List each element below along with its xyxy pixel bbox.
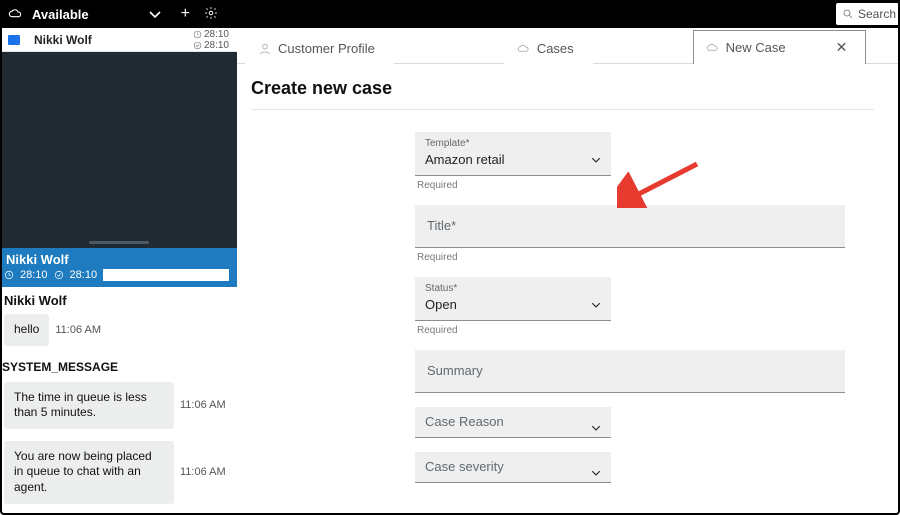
left-panel: Nikki Wolf 28:10 28:10 Nikki Wolf 28:10 … — [0, 28, 237, 515]
chevron-down-icon — [591, 463, 601, 481]
active-contact-name: Nikki Wolf — [4, 252, 229, 267]
clock-icon — [4, 270, 14, 280]
global-search[interactable]: Search W — [836, 3, 900, 25]
chevron-down-icon — [591, 418, 601, 436]
case-severity-select[interactable]: Case severity — [415, 452, 611, 483]
contact-panel-dark — [0, 52, 237, 248]
chat-message: hello 11:06 AM — [0, 312, 237, 356]
clock-icon — [193, 30, 202, 39]
contact-card[interactable]: Nikki Wolf 28:10 28:10 — [0, 28, 237, 52]
case-reason-select[interactable]: Case Reason — [415, 407, 611, 438]
tab-cases[interactable]: Cases — [504, 32, 593, 64]
add-icon[interactable]: + — [181, 5, 190, 23]
topbar: Available + Search W — [0, 0, 900, 28]
chat-icon — [8, 35, 20, 45]
system-label: SYSTEM_MESSAGE — [0, 356, 237, 380]
required-hint: Required — [417, 325, 864, 336]
chevron-down-icon — [591, 150, 601, 168]
status-text: Available — [32, 7, 89, 22]
status-select[interactable]: Status* Open — [415, 277, 611, 321]
required-hint: Required — [417, 180, 864, 191]
profile-icon — [258, 42, 272, 56]
system-message: The time in queue is less than 5 minutes… — [0, 380, 237, 439]
required-hint: Required — [417, 252, 864, 263]
contact-timers: 28:10 28:10 — [193, 29, 229, 51]
tab-customer-profile[interactable]: Customer Profile — [245, 32, 394, 64]
chat-sender: Nikki Wolf — [0, 287, 237, 312]
template-label: Template* — [425, 138, 601, 149]
title-input[interactable]: Title* — [415, 205, 845, 248]
status-value: Open — [425, 297, 457, 312]
contact-name: Nikki Wolf — [34, 33, 193, 47]
search-icon — [842, 8, 854, 20]
close-icon[interactable]: ✕ — [836, 39, 848, 56]
tab-bar: Customer Profile Cases New Case ✕ — [237, 28, 900, 64]
system-message: You are now being placed in queue to cha… — [0, 439, 237, 514]
search-placeholder: Search W — [858, 7, 900, 21]
divider — [251, 109, 874, 110]
check-circle-icon — [54, 270, 64, 280]
contact-status: Connected chat — [103, 269, 229, 281]
right-panel: Customer Profile Cases New Case ✕ Create… — [237, 28, 900, 515]
presence-status[interactable]: Available — [8, 7, 89, 22]
template-value: Amazon retail — [425, 152, 504, 167]
tab-new-case[interactable]: New Case ✕ — [693, 30, 867, 64]
status-label: Status* — [425, 283, 601, 294]
summary-input[interactable]: Summary — [415, 350, 845, 393]
cloud-icon — [517, 42, 531, 56]
chat-transcript: Nikki Wolf hello 11:06 AM SYSTEM_MESSAGE… — [0, 287, 237, 515]
resize-handle[interactable] — [89, 241, 149, 244]
cloud-icon — [706, 41, 720, 55]
chevron-down-icon — [591, 295, 601, 313]
gear-icon[interactable] — [204, 6, 218, 23]
template-select[interactable]: Template* Amazon retail — [415, 132, 611, 176]
check-circle-icon — [193, 41, 202, 50]
cloud-icon — [8, 8, 24, 20]
active-contact-strip[interactable]: Nikki Wolf 28:10 28:10 Connected chat — [0, 248, 237, 287]
status-chevron-down-icon[interactable] — [149, 7, 161, 22]
page-title: Create new case — [251, 78, 874, 99]
